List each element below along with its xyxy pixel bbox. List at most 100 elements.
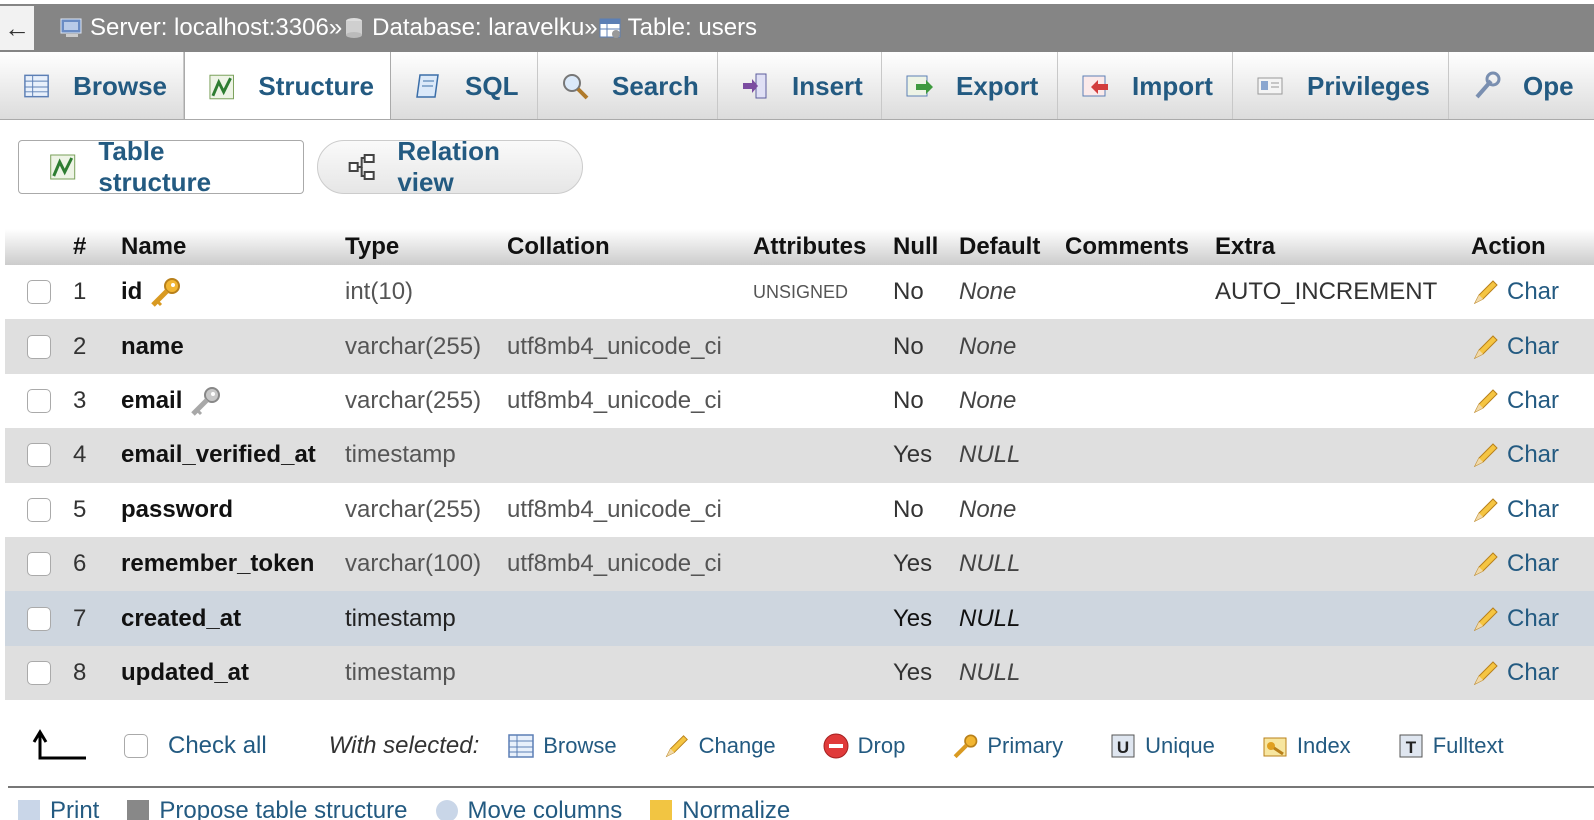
change-link[interactable]: Char — [1467, 386, 1594, 416]
column-default: NULL — [959, 604, 1021, 632]
header-type[interactable]: Type — [341, 233, 503, 261]
tab-structure[interactable]: Structure — [184, 52, 391, 119]
breadcrumb-database[interactable]: Database: laravelku — [342, 14, 584, 42]
check-all-checkbox[interactable] — [124, 734, 148, 758]
server-icon — [60, 18, 82, 37]
change-link[interactable]: Char — [1467, 549, 1594, 579]
row-checkbox[interactable] — [27, 497, 51, 522]
check-all[interactable]: Check all — [124, 732, 267, 760]
tab-label: Import — [1132, 70, 1213, 101]
move-columns-link[interactable]: Move columns — [468, 797, 623, 820]
tab-privileges[interactable]: Privileges — [1233, 52, 1449, 119]
bulk-change-button[interactable]: Change — [663, 732, 776, 760]
pencil-icon — [1473, 389, 1498, 414]
column-default: None — [959, 386, 1017, 414]
row-checkbox-cell — [5, 660, 69, 685]
column-type: timestamp — [345, 441, 456, 469]
table-row[interactable]: 4 email_verified_at timestamp Yes NULL C… — [5, 428, 1594, 483]
change-link[interactable]: Char — [1467, 658, 1594, 688]
tab-export[interactable]: Export — [882, 52, 1058, 119]
row-checkbox[interactable] — [27, 552, 51, 577]
header-comments[interactable]: Comments — [1061, 233, 1211, 261]
change-label: Char — [1507, 658, 1560, 686]
row-checkbox[interactable] — [27, 280, 51, 305]
column-null: No — [893, 495, 924, 523]
header-attributes[interactable]: Attributes — [749, 233, 889, 261]
row-checkbox[interactable] — [27, 443, 51, 468]
column-type: varchar(255) — [345, 495, 482, 523]
tab-label: SQL — [465, 70, 519, 101]
bulk-drop-button[interactable]: Drop — [822, 732, 905, 760]
column-null: Yes — [893, 658, 933, 686]
tab-insert[interactable]: Insert — [718, 52, 882, 119]
column-name-cell: email_verified_at — [117, 441, 341, 469]
print-link[interactable]: Print — [50, 797, 99, 820]
change-label: Char — [1507, 386, 1560, 414]
header-default[interactable]: Default — [955, 233, 1061, 261]
row-checkbox[interactable] — [27, 660, 51, 685]
bulk-fulltext-button[interactable]: T Fulltext — [1397, 732, 1504, 760]
bulk-unique-button[interactable]: U Unique — [1109, 732, 1215, 760]
column-attributes: UNSIGNED — [753, 281, 849, 302]
table-row[interactable]: 1 id int(10) UNSIGNED No None AUTO_INCRE… — [5, 265, 1594, 320]
table-row[interactable]: 3 email varchar(255) utf8mb4_unicode_ci … — [5, 373, 1594, 429]
column-default: NULL — [959, 550, 1021, 578]
row-checkbox[interactable] — [27, 388, 51, 413]
table-header: # Name Type Collation Attributes Null De… — [5, 229, 1594, 265]
back-button[interactable]: ← — [0, 6, 34, 50]
header-collation[interactable]: Collation — [503, 233, 749, 261]
header-name[interactable]: Name — [117, 233, 341, 261]
bulk-primary-button[interactable]: Primary — [951, 732, 1063, 760]
change-link[interactable]: Char — [1467, 495, 1594, 525]
change-link[interactable]: Char — [1467, 604, 1594, 634]
change-link[interactable]: Char — [1467, 277, 1594, 307]
column-type: timestamp — [345, 604, 456, 632]
insert-icon — [743, 73, 767, 99]
subtab-relation-view[interactable]: Relation view — [317, 136, 583, 197]
row-checkbox[interactable] — [27, 606, 51, 631]
column-collation: utf8mb4_unicode_ci — [507, 386, 722, 414]
row-number: 5 — [73, 495, 87, 523]
table-row[interactable]: 7 created_at timestamp Yes NULL Char — [5, 591, 1594, 646]
header-extra[interactable]: Extra — [1211, 233, 1467, 261]
breadcrumb-server[interactable]: Server: localhost:3306 — [60, 14, 329, 42]
header-num[interactable]: # — [69, 233, 117, 261]
row-checkbox[interactable] — [27, 334, 51, 359]
tab-operations[interactable]: Ope — [1449, 52, 1594, 119]
privileges-icon — [1257, 77, 1283, 95]
breadcrumb-table[interactable]: Table: users — [598, 14, 757, 42]
pencil-icon — [1473, 334, 1498, 359]
row-number: 7 — [73, 604, 87, 632]
change-link[interactable]: Char — [1467, 440, 1594, 470]
bulk-browse-button[interactable]: Browse — [507, 732, 617, 760]
header-null[interactable]: Null — [889, 233, 955, 261]
table-row[interactable]: 2 name varchar(255) utf8mb4_unicode_ci N… — [5, 319, 1594, 374]
column-name-cell: created_at — [117, 605, 341, 633]
header-action: Action — [1471, 233, 1546, 260]
tab-search[interactable]: Search — [538, 52, 718, 119]
bulk-index-button[interactable]: Index — [1261, 732, 1351, 760]
table-row[interactable]: 8 updated_at timestamp Yes NULL Char — [5, 645, 1594, 701]
change-label: Char — [1507, 495, 1560, 523]
column-null: Yes — [893, 550, 933, 578]
propose-structure-link[interactable]: Propose table structure — [159, 797, 407, 820]
tab-label: Structure — [258, 71, 374, 101]
subtab-table-structure[interactable]: Table structure — [18, 136, 304, 197]
row-number: 2 — [73, 332, 87, 360]
tab-browse[interactable]: Browse — [0, 52, 184, 119]
table-row[interactable]: 5 password varchar(255) utf8mb4_unicode_… — [5, 482, 1594, 537]
back-arrow-icon: ← — [4, 12, 30, 43]
column-name: updated_at — [121, 658, 250, 686]
table-row[interactable]: 6 remember_token varchar(100) utf8mb4_un… — [5, 536, 1594, 592]
normalize-link[interactable]: Normalize — [682, 797, 790, 820]
tab-sql[interactable]: SQL — [391, 52, 538, 119]
arrow-up-icon — [32, 729, 86, 760]
breadcrumb: ← Server: localhost:3306 » Database: lar… — [0, 4, 1594, 52]
column-collation: utf8mb4_unicode_ci — [507, 495, 722, 523]
primary-key-icon — [151, 278, 181, 307]
tab-import[interactable]: Import — [1058, 52, 1233, 119]
column-name-cell: remember_token — [117, 550, 341, 578]
change-link[interactable]: Char — [1467, 332, 1594, 362]
move-columns-icon — [435, 800, 458, 820]
column-name-cell: id — [117, 276, 341, 308]
